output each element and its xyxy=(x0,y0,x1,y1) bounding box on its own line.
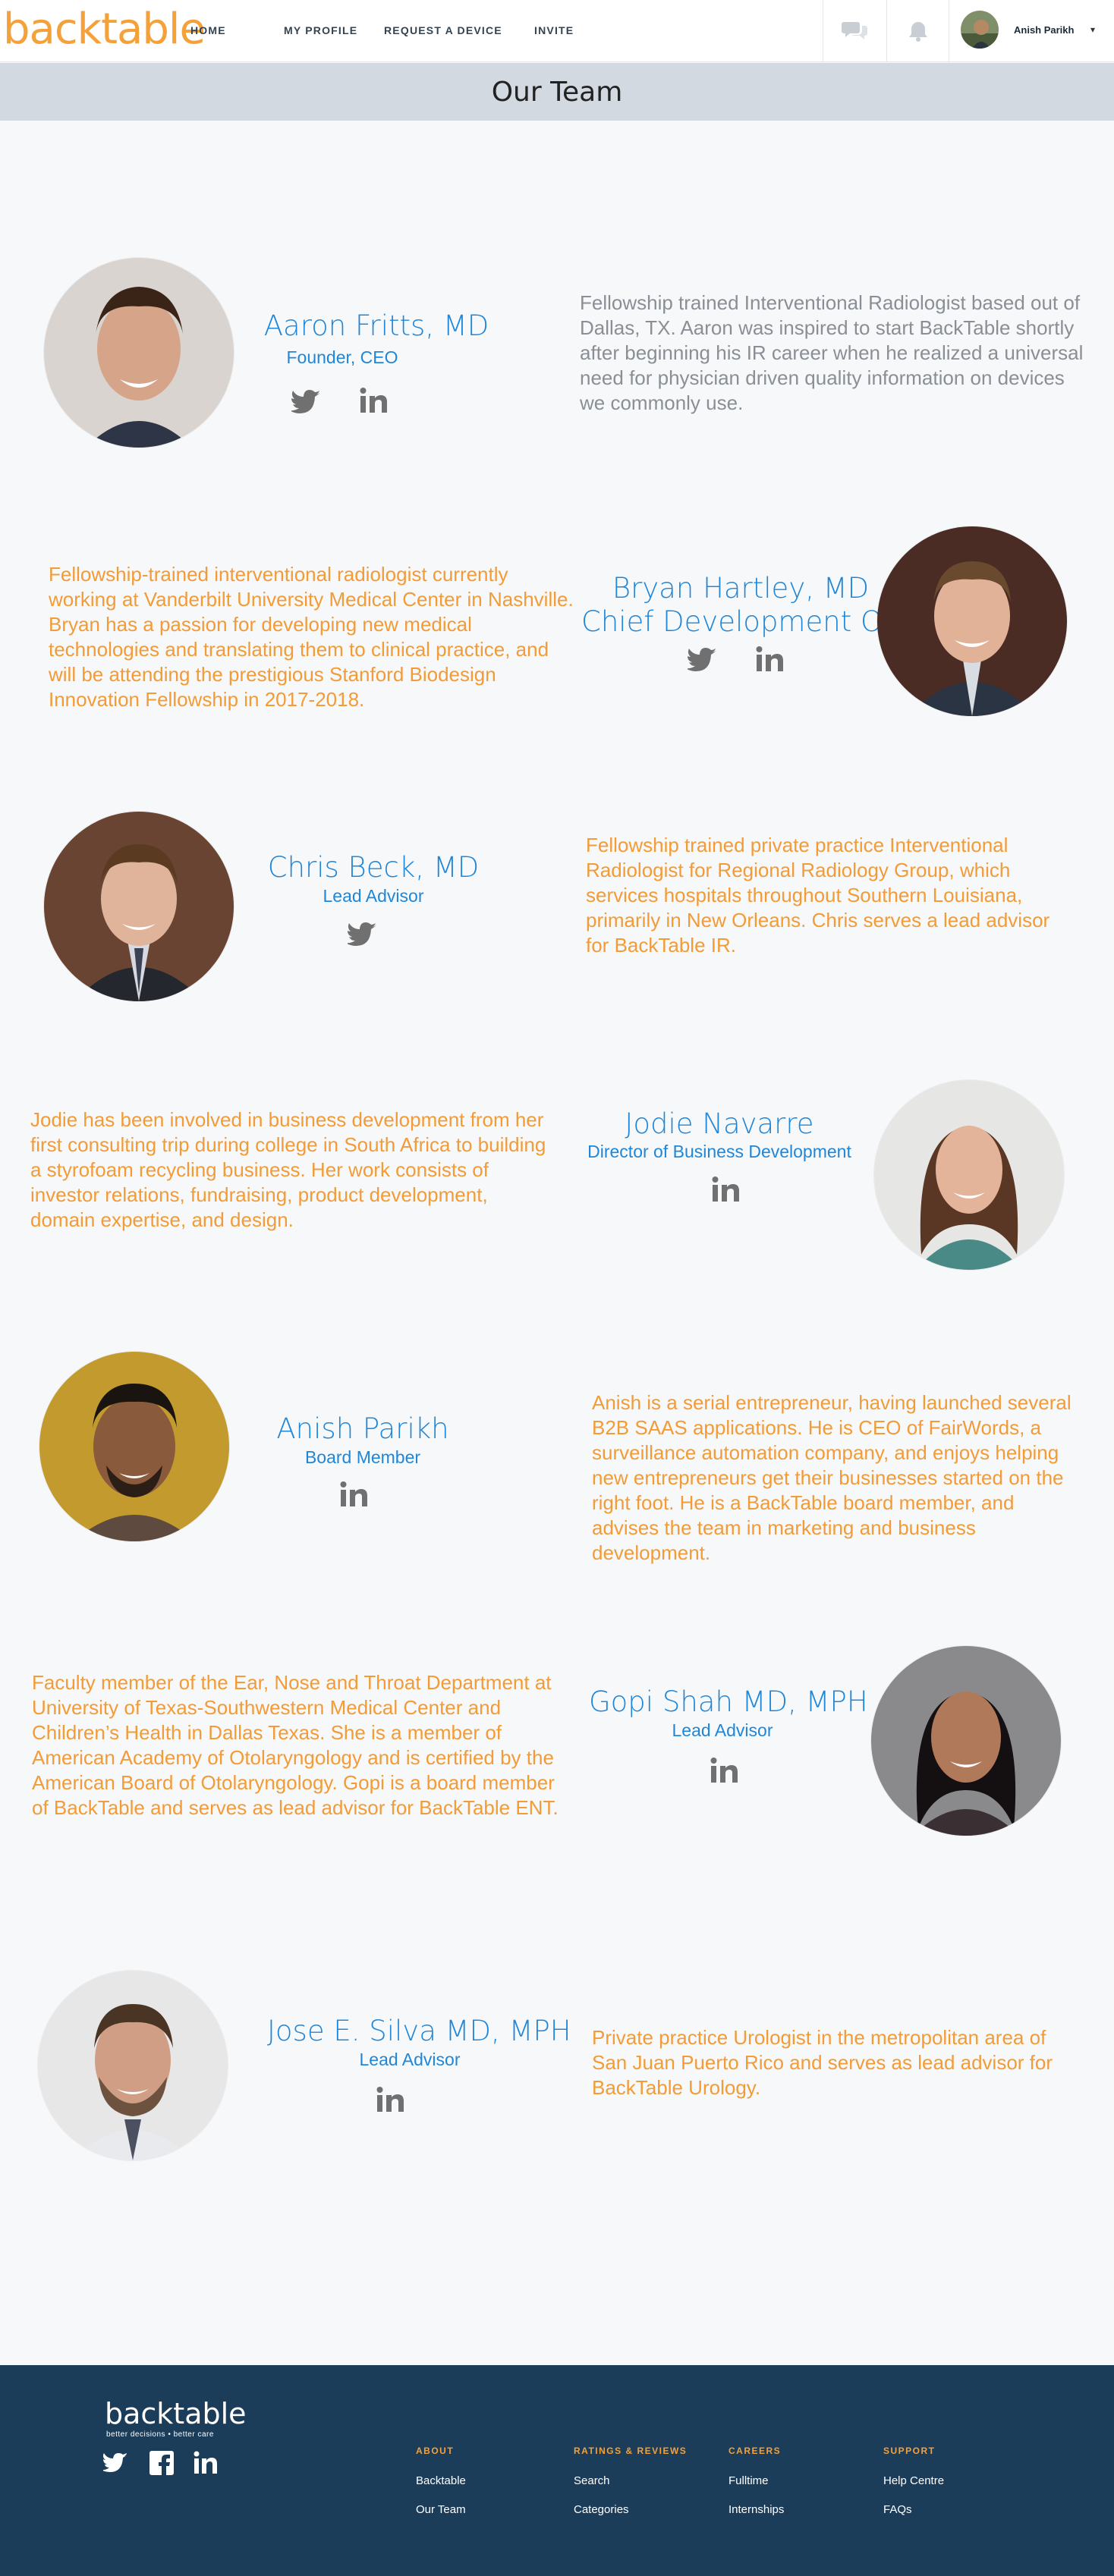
chat-icon xyxy=(842,22,867,39)
member-bio: Fellowship trained private practice Inte… xyxy=(586,834,1050,957)
footer-link-help-centre[interactable]: Help Centre xyxy=(883,2474,944,2487)
member-name: Aaron Fritts, MD xyxy=(263,309,489,342)
member-bio: Fellowship-trained interventional radiol… xyxy=(49,563,574,711)
member-photo-anish xyxy=(39,1352,229,1541)
linkedin-icon[interactable] xyxy=(338,1481,369,1508)
page-banner: Our Team xyxy=(0,63,1114,121)
footer-tagline: better decisions • better care xyxy=(106,2430,214,2439)
footer-link-search[interactable]: Search xyxy=(574,2474,610,2487)
member-bio: Jodie has been involved in business deve… xyxy=(30,1108,546,1231)
member-bio: Private practice Urologist in the metrop… xyxy=(592,2026,1053,2099)
member-role: Lead Advisor xyxy=(359,2050,461,2069)
member-photo-chris xyxy=(44,812,234,1001)
member-name: Anish Parikh xyxy=(276,1412,449,1445)
notifications-button[interactable] xyxy=(886,0,949,62)
twitter-icon[interactable] xyxy=(345,921,378,948)
member-photo-jodie xyxy=(874,1080,1064,1270)
footer-heading-support: SUPPORT xyxy=(883,2446,936,2456)
member-name: Jose E. Silva MD, MPH xyxy=(267,2015,571,2047)
member-photo-jose xyxy=(38,1971,228,2160)
twitter-icon[interactable] xyxy=(289,388,322,416)
footer-link-faqs[interactable]: FAQs xyxy=(883,2503,912,2516)
twitter-icon[interactable] xyxy=(685,646,718,674)
member-role: Chief Development Officer xyxy=(581,605,955,638)
linkedin-icon[interactable] xyxy=(710,1176,741,1203)
avatar[interactable] xyxy=(961,11,999,49)
footer-link-backtable[interactable]: Backtable xyxy=(416,2474,466,2487)
member-bio: Faculty member of the Ear, Nose and Thro… xyxy=(32,1671,559,1819)
nav-home[interactable]: HOME xyxy=(190,23,226,38)
member-role: Lead Advisor xyxy=(323,886,424,906)
footer-link-categories[interactable]: Categories xyxy=(574,2503,629,2516)
member-photo-bryan xyxy=(877,526,1067,716)
member-photo-aaron xyxy=(44,258,234,448)
nav-invite[interactable]: INVITE xyxy=(534,23,574,38)
bell-icon xyxy=(909,22,927,42)
footer-heading-about: ABOUT xyxy=(416,2446,455,2456)
footer-link-our-team[interactable]: Our Team xyxy=(416,2503,466,2516)
footer: backtable better decisions • better care… xyxy=(0,2365,1114,2576)
chat-button[interactable] xyxy=(823,0,886,62)
linkedin-icon[interactable] xyxy=(193,2450,219,2476)
member-name: Jodie Navarre xyxy=(625,1107,814,1140)
linkedin-icon[interactable] xyxy=(709,1757,739,1784)
footer-link-internships[interactable]: Internships xyxy=(729,2503,784,2516)
linkedin-icon[interactable] xyxy=(754,646,785,673)
member-bio: Anish is a serial entrepreneur, having l… xyxy=(592,1391,1072,1564)
member-name: Chris Beck, MD xyxy=(267,851,480,884)
twitter-icon[interactable] xyxy=(103,2450,129,2476)
nav-request-device[interactable]: REQUEST A DEVICE xyxy=(384,23,502,38)
member-photo-gopi xyxy=(871,1646,1061,1836)
logo[interactable]: backtable xyxy=(3,3,206,56)
footer-heading-careers: CAREERS xyxy=(729,2446,782,2456)
footer-heading-ratings: RATINGS & REVIEWS xyxy=(574,2446,688,2456)
chevron-down-icon[interactable]: ▾ xyxy=(1090,24,1095,35)
facebook-icon[interactable] xyxy=(149,2450,175,2476)
footer-link-fulltime[interactable]: Fulltime xyxy=(729,2474,769,2487)
member-role: Director of Business Development xyxy=(587,1142,851,1161)
member-role: Founder, CEO xyxy=(286,347,398,367)
member-name: Gopi Shah MD, MPH xyxy=(589,1685,868,1718)
top-navbar: backtable HOME MY PROFILE REQUEST A DEVI… xyxy=(0,0,1114,62)
linkedin-icon[interactable] xyxy=(375,2086,405,2113)
member-name: Bryan Hartley, MD xyxy=(612,572,870,605)
linkedin-icon[interactable] xyxy=(358,387,389,414)
member-bio: Fellowship trained Interventional Radiol… xyxy=(580,291,1084,414)
user-name[interactable]: Anish Parikh xyxy=(1014,24,1074,36)
member-role: Board Member xyxy=(304,1447,421,1467)
footer-logo[interactable]: backtable xyxy=(105,2397,247,2430)
nav-my-profile[interactable]: MY PROFILE xyxy=(284,23,357,38)
page-title: Our Team xyxy=(491,77,623,108)
member-role: Lead Advisor xyxy=(672,1720,773,1740)
